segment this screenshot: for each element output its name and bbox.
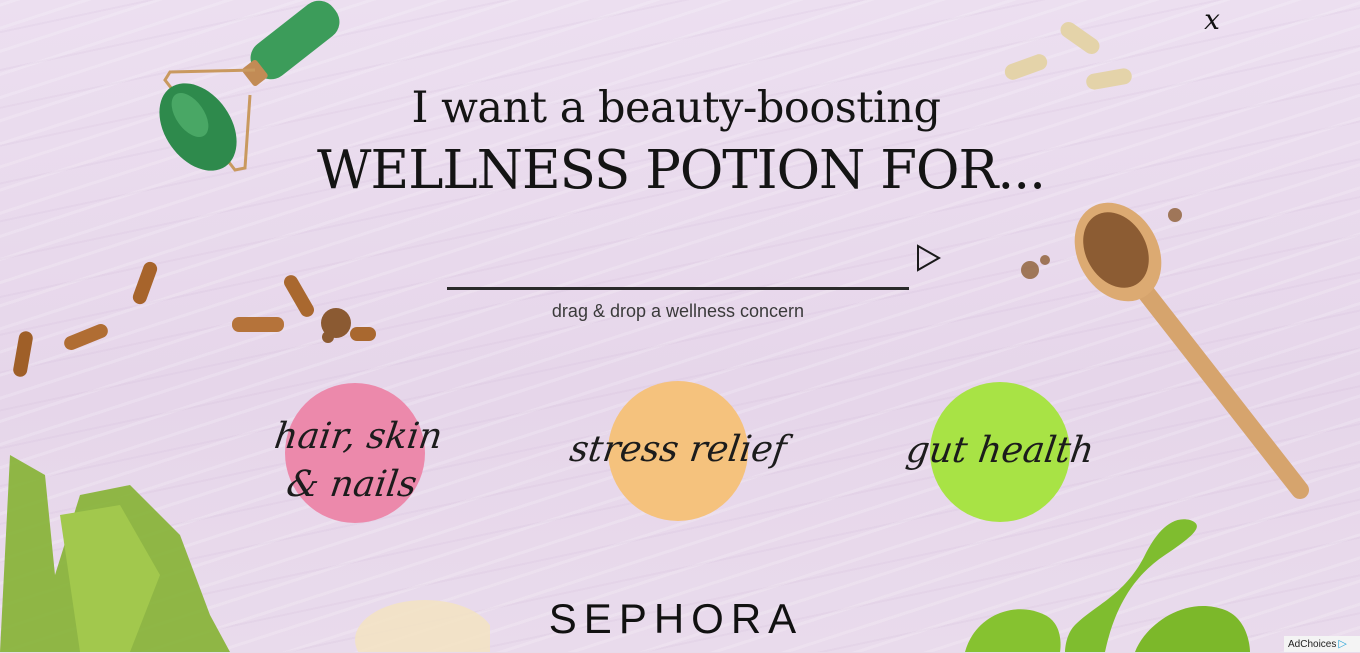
amber-capsules-image xyxy=(13,261,376,377)
concern-label: gut health xyxy=(903,430,1097,471)
headline-line-1: I want a beauty-boosting xyxy=(411,83,941,133)
drop-zone-label: drag & drop a wellness concern xyxy=(551,301,805,321)
concern-gut-health[interactable]: gut health xyxy=(904,382,1097,522)
adchoices-link[interactable]: AdChoices ▷ xyxy=(1284,636,1360,652)
brand-logo: SEPHORA xyxy=(548,595,804,642)
concern-label: hair, skin & nails xyxy=(271,416,445,505)
close-button[interactable]: x xyxy=(1197,4,1227,36)
adchoices-label: AdChoices xyxy=(1288,639,1337,650)
play-icon[interactable] xyxy=(913,243,943,273)
concern-hair-skin-nails[interactable]: hair, skin & nails xyxy=(272,383,445,523)
adchoices-icon: ▷ xyxy=(1338,638,1347,650)
drop-zone-line[interactable] xyxy=(447,287,909,290)
headline-line-2: WELLNESS POTION FOR... xyxy=(317,140,1046,201)
concern-stress-relief[interactable]: stress relief xyxy=(567,381,789,521)
concern-label: stress relief xyxy=(567,429,789,470)
